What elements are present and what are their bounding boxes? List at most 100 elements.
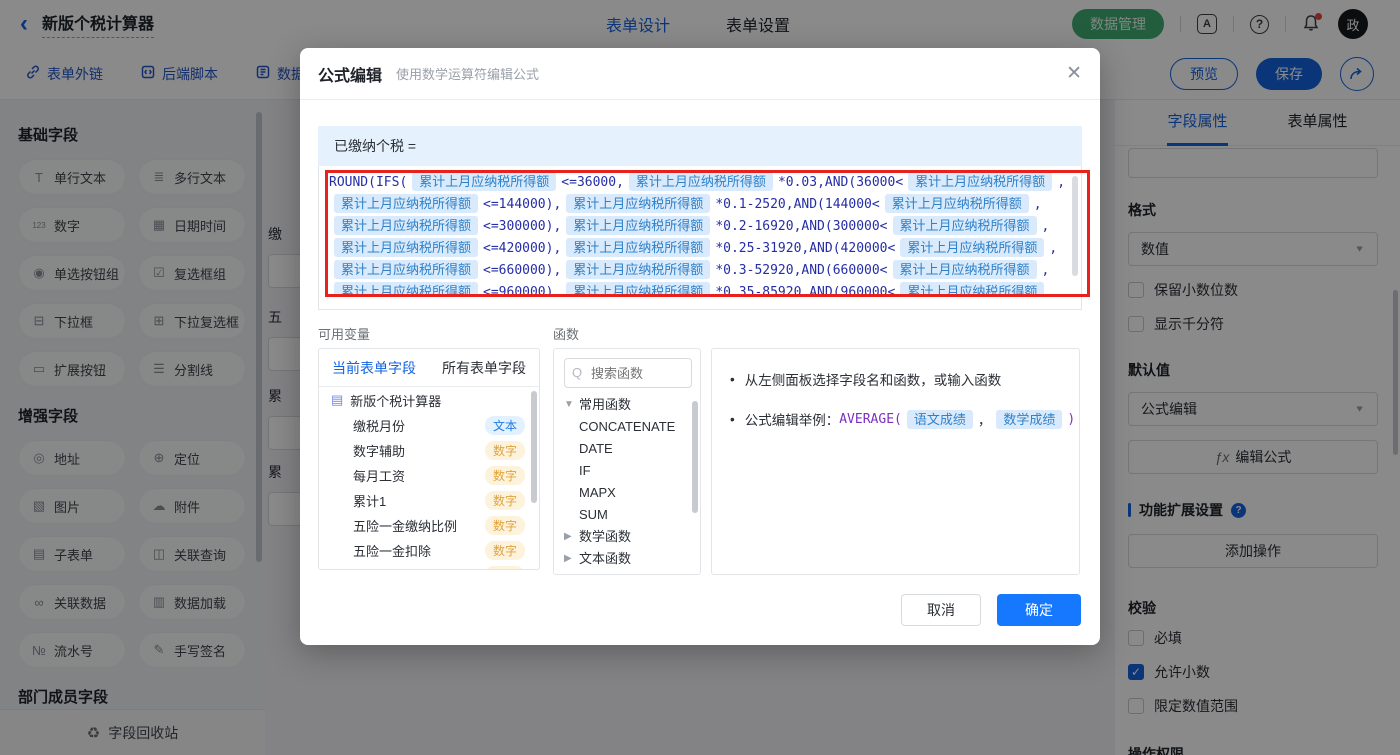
- formula-code: <=420000),: [483, 241, 562, 256]
- search-icon: Q: [572, 365, 583, 380]
- modal-header: 公式编辑 使用数学运算符编辑公式 ✕: [300, 48, 1100, 100]
- function-list: ▼ 常用函数 CONCATENATE DATE IF MAPX SUM ▶ 数学函数 ▶ 文本函数: [554, 394, 700, 570]
- variable-type-badge: 数字: [484, 566, 525, 569]
- variables-scrollbar[interactable]: [531, 391, 537, 503]
- formula-line: 累计上月应纳税所得额 <=420000), 累计上月应纳税所得额 *0.25-3192…: [329, 238, 1069, 260]
- field-token-chip[interactable]: 累计上月应纳税所得额: [334, 238, 479, 257]
- hint-text: ，: [977, 413, 992, 428]
- variable-row[interactable]: 数字辅助 数字: [319, 438, 539, 463]
- field-token-chip[interactable]: 累计上月应纳税所得额: [566, 194, 711, 213]
- function-group[interactable]: ▶ 文本函数: [554, 548, 700, 570]
- formula-line: 累计上月应纳税所得额 <=960000), 累计上月应纳税所得额 *0.35-8592…: [329, 282, 1069, 296]
- formula-code: <=660000),: [483, 263, 562, 278]
- field-token-chip[interactable]: 累计上月应纳税所得额: [892, 260, 1037, 279]
- formula-line: 累计上月应纳税所得额 <=144000), 累计上月应纳税所得额 *0.1-2520,…: [329, 194, 1069, 216]
- field-token-chip[interactable]: 累计上月应纳税所得额: [900, 238, 1045, 257]
- close-icon[interactable]: ✕: [1066, 64, 1082, 83]
- field-token-chip[interactable]: 累计上月应纳税所得额: [566, 238, 711, 257]
- chevron-right-icon: ▶: [564, 531, 572, 542]
- formula-code: *0.2-16920,AND(300000<: [715, 219, 888, 234]
- field-token-chip[interactable]: 累计上月应纳税所得额: [334, 260, 479, 279]
- bullet: •: [730, 371, 735, 387]
- formula-line: 累计上月应纳税所得额 <=300000), 累计上月应纳税所得额 *0.2-16920…: [329, 216, 1069, 238]
- field-token-chip[interactable]: 语文成绩: [906, 409, 973, 429]
- formula-code: <=144000),: [483, 197, 562, 212]
- formula-scrollbar[interactable]: [1072, 176, 1078, 276]
- formula-code: <=300000),: [483, 219, 562, 234]
- formula-code: <=36000,: [561, 175, 624, 190]
- function-group[interactable]: ▼ 常用函数: [554, 394, 700, 416]
- variable-name: 五险一金扣除: [353, 544, 432, 559]
- field-token-chip[interactable]: 累计上月应纳税所得额: [334, 282, 479, 296]
- variable-row[interactable]: 累计上月应纳税所得额数字: [319, 563, 539, 569]
- function-search: Q: [554, 349, 700, 394]
- field-token-chip[interactable]: 累计上月应纳税所得额: [334, 194, 479, 213]
- variables-tab-active[interactable]: 当前表单字段: [319, 349, 429, 386]
- variable-type-badge: 文本: [484, 416, 525, 435]
- functions-scrollbar[interactable]: [692, 401, 698, 513]
- hint-text: 公式编辑举例：: [744, 413, 840, 428]
- functions-panel: Q ▼ 常用函数 CONCATENATEDATEIFMAPXSUM ▶ 数学函数 ▶ 文本函…: [553, 348, 701, 575]
- modal-subtitle: 使用数学运算符编辑公式: [396, 67, 540, 82]
- field-token-chip[interactable]: 累计上月应纳税所得额: [908, 172, 1053, 191]
- field-token-chip[interactable]: 累计上月应纳税所得额: [900, 282, 1045, 296]
- field-token-chip[interactable]: 累计上月应纳税所得额: [628, 172, 773, 191]
- formula-code: ,: [1057, 175, 1066, 190]
- function-item[interactable]: MAPX: [554, 482, 700, 504]
- function-group-label: 数学函数: [579, 529, 632, 544]
- formula-editor[interactable]: ROUND(IFS( 累计上月应纳税所得额 <=36000, 累计上月应纳税所得额 *0…: [318, 166, 1082, 310]
- variable-type-badge: 数字: [484, 541, 525, 560]
- modal-footer: 取消 确定: [901, 594, 1081, 626]
- hint-text: 从左侧面板选择字段名和函数，或输入函数: [744, 373, 1002, 388]
- function-name: AVERAGE(: [839, 411, 902, 427]
- formula-code: *0.25-31920,AND(420000<: [715, 241, 896, 256]
- variable-row[interactable]: 缴税月份 文本: [319, 413, 539, 438]
- variable-type-badge: 数字: [484, 491, 525, 510]
- function-group[interactable]: ▶ 数学函数: [554, 526, 700, 548]
- variable-name: 累计1: [353, 494, 387, 509]
- function-item[interactable]: DATE: [554, 438, 700, 460]
- variable-name: 累计上月应纳税所得额: [353, 566, 483, 569]
- functions-label: 函数: [553, 327, 580, 342]
- formula-code: ,: [1033, 197, 1042, 212]
- variable-type-badge: 数字: [484, 516, 525, 535]
- variable-row[interactable]: 累计1 数字: [319, 488, 539, 513]
- hints-panel: • 从左侧面板选择字段名和函数，或输入函数 • 公式编辑举例： AVERAGE(语…: [711, 348, 1080, 575]
- formula-code: *0.03,AND(36000<: [777, 175, 904, 190]
- variable-row[interactable]: 五险一金扣除 数字: [319, 538, 539, 563]
- function-item[interactable]: IF: [554, 460, 700, 482]
- formula-line: 累计上月应纳税所得额 <=660000), 累计上月应纳税所得额 *0.3-52920…: [329, 260, 1069, 282]
- form-name: 新版个税计算器: [350, 393, 442, 409]
- field-token-chip[interactable]: 累计上月应纳税所得额: [334, 216, 479, 235]
- form-node[interactable]: ▤ 新版个税计算器: [319, 387, 539, 413]
- field-token-chip[interactable]: 数学成绩: [996, 409, 1063, 429]
- formula-code: ,: [1049, 241, 1058, 256]
- variable-row[interactable]: 每月工资 数字: [319, 463, 539, 488]
- field-token-chip[interactable]: 累计上月应纳税所得额: [566, 282, 711, 296]
- chevron-down-icon: ▼: [564, 399, 574, 410]
- formula-line: ROUND(IFS( 累计上月应纳税所得额 <=36000, 累计上月应纳税所得额 *0…: [329, 172, 1069, 194]
- variables-list: ▤ 新版个税计算器 缴税月份 文本 数字辅助 数字 每月工资 数字 累计1 数字 五险一金缴纳比例数…: [319, 387, 539, 569]
- field-token-chip[interactable]: 累计上月应纳税所得额: [884, 194, 1029, 213]
- variable-type-badge: 数字: [484, 466, 525, 485]
- function-group-label: 常用函数: [579, 397, 632, 412]
- function-item[interactable]: SUM: [554, 504, 700, 526]
- field-token-chip[interactable]: 累计上月应纳税所得额: [412, 172, 557, 191]
- formula-result-banner: 已缴纳个税 =: [318, 126, 1082, 166]
- function-search-input[interactable]: [564, 358, 692, 388]
- hint-line-2: • 公式编辑举例： AVERAGE(语文成绩 ， 数学成绩): [730, 409, 1075, 429]
- variables-panel: 当前表单字段 所有表单字段 ▤ 新版个税计算器 缴税月份 文本 数字辅助 数字 每月工资 数字累…: [318, 348, 540, 570]
- variables-tab-inactive[interactable]: 所有表单字段: [429, 349, 539, 386]
- field-token-chip[interactable]: 累计上月应纳税所得额: [566, 216, 711, 235]
- formula-editor-modal: 公式编辑 使用数学运算符编辑公式 ✕ 已缴纳个税 = ROUND(IFS( 累计上…: [300, 48, 1100, 645]
- field-token-chip[interactable]: 累计上月应纳税所得额: [892, 216, 1037, 235]
- bullet: •: [730, 411, 735, 427]
- modal-title: 公式编辑: [318, 67, 383, 85]
- formula-code: ROUND(IFS(: [329, 175, 408, 190]
- cancel-button[interactable]: 取消: [901, 594, 981, 626]
- field-token-chip[interactable]: 累计上月应纳税所得额: [566, 260, 711, 279]
- function-item[interactable]: CONCATENATE: [554, 416, 700, 438]
- variable-name: 五险一金缴纳比例: [353, 519, 458, 534]
- confirm-button[interactable]: 确定: [997, 594, 1081, 626]
- variable-row[interactable]: 五险一金缴纳比例 数字: [319, 513, 539, 538]
